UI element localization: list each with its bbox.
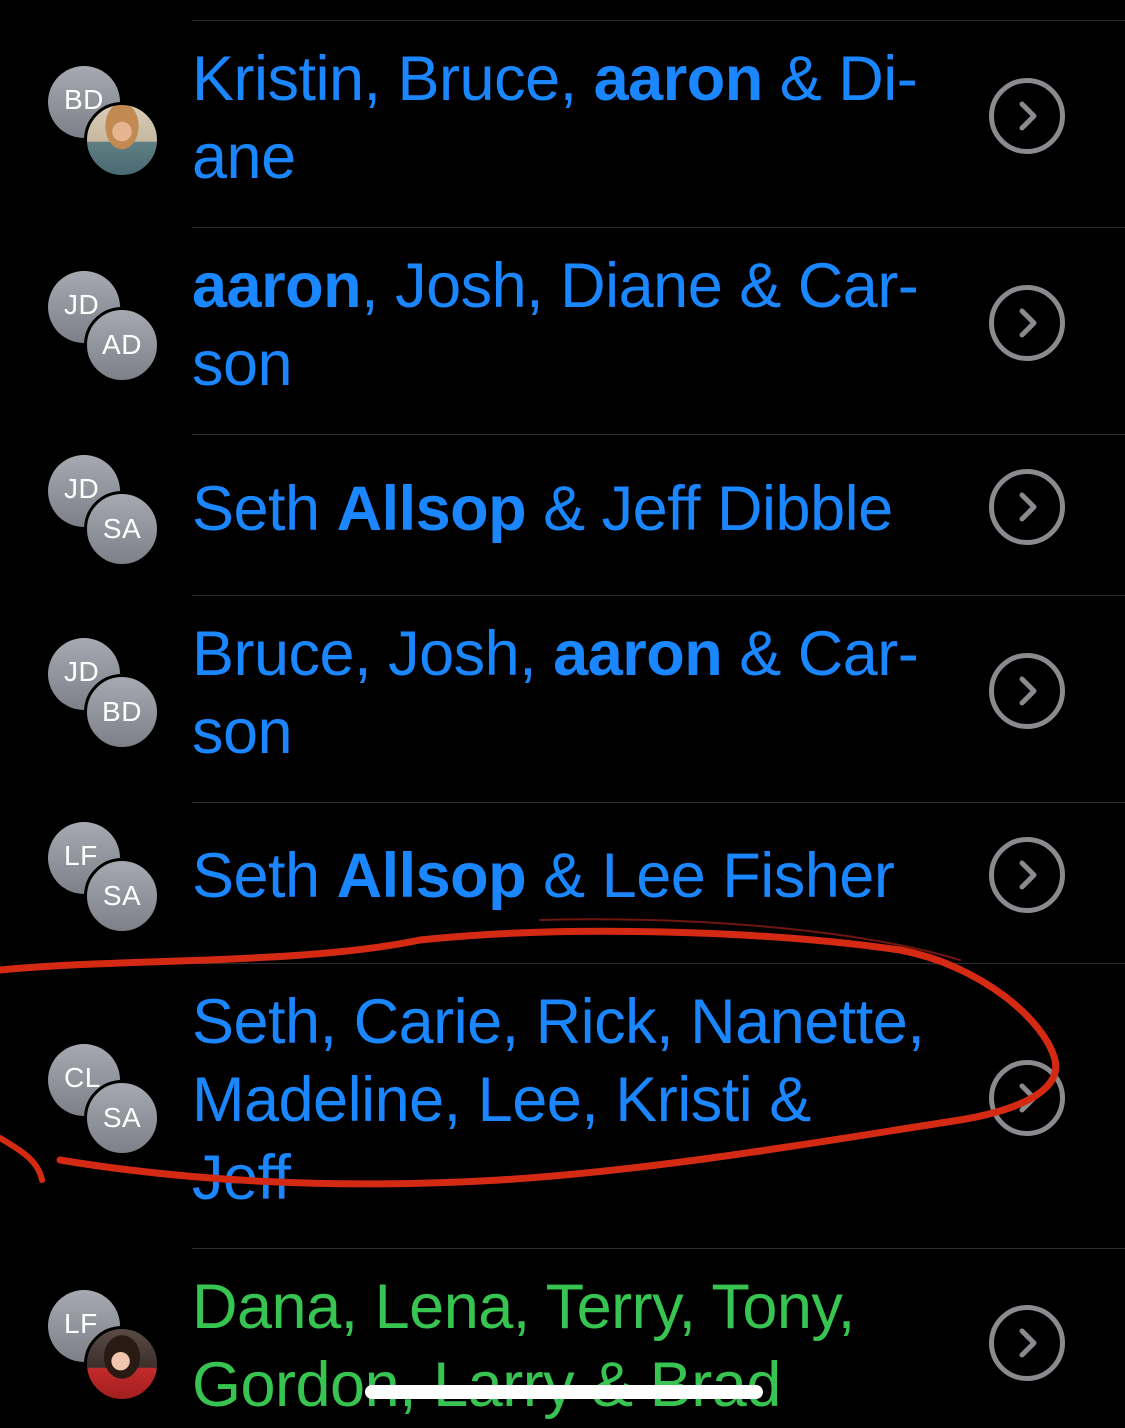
conversation-title: Dana, Lena, Terry, Tony, Gordon, Larry &… [192,1272,855,1420]
avatar-photo [84,1326,160,1402]
chevron-right-circle-icon[interactable] [989,1305,1065,1381]
conversation-title: Kristin, Bruce, aaron & Di- ane [192,44,918,192]
group-avatar: LF [48,1290,160,1402]
row-separator [192,802,1125,803]
conversation-title: Seth Allsop & Lee Fisher [192,841,895,911]
group-avatar: JD BD [48,638,160,750]
avatar-photo [84,102,160,178]
row-separator [192,434,1125,435]
conversation-list: BD Kristin, Bruce, aaron & Di- ane JD AD… [0,0,1125,1428]
avatar-initials: BD [84,674,160,750]
conversation-title: aaron, Josh, Diane & Car- son [192,251,919,399]
avatar-initials: AD [84,307,160,383]
conversation-title: Bruce, Josh, aaron & Car- son [192,619,919,767]
row-separator [192,227,1125,228]
conversation-title: Seth Allsop & Jeff Dibble [192,474,893,544]
chevron-right-circle-icon[interactable] [989,285,1065,361]
chevron-right-circle-icon[interactable] [989,469,1065,545]
chevron-right-circle-icon[interactable] [989,1060,1065,1136]
avatar-initials: SA [84,1080,160,1156]
chevron-right-circle-icon[interactable] [989,653,1065,729]
group-avatar: LF SA [48,822,160,934]
group-avatar: CL SA [48,1044,160,1156]
avatar-initials: SA [84,858,160,934]
home-indicator[interactable] [365,1385,763,1399]
group-avatar: BD [48,66,160,178]
avatar-initials: SA [84,491,160,567]
row-separator [192,1248,1125,1249]
row-separator [192,595,1125,596]
chevron-right-circle-icon[interactable] [989,78,1065,154]
chevron-right-circle-icon[interactable] [989,837,1065,913]
row-separator [192,963,1125,964]
row-separator [192,20,1125,21]
conversation-title: Seth, Carie, Rick, Nanette, Madeline, Le… [192,987,925,1213]
group-avatar: JD SA [48,455,160,567]
group-avatar: JD AD [48,271,160,383]
